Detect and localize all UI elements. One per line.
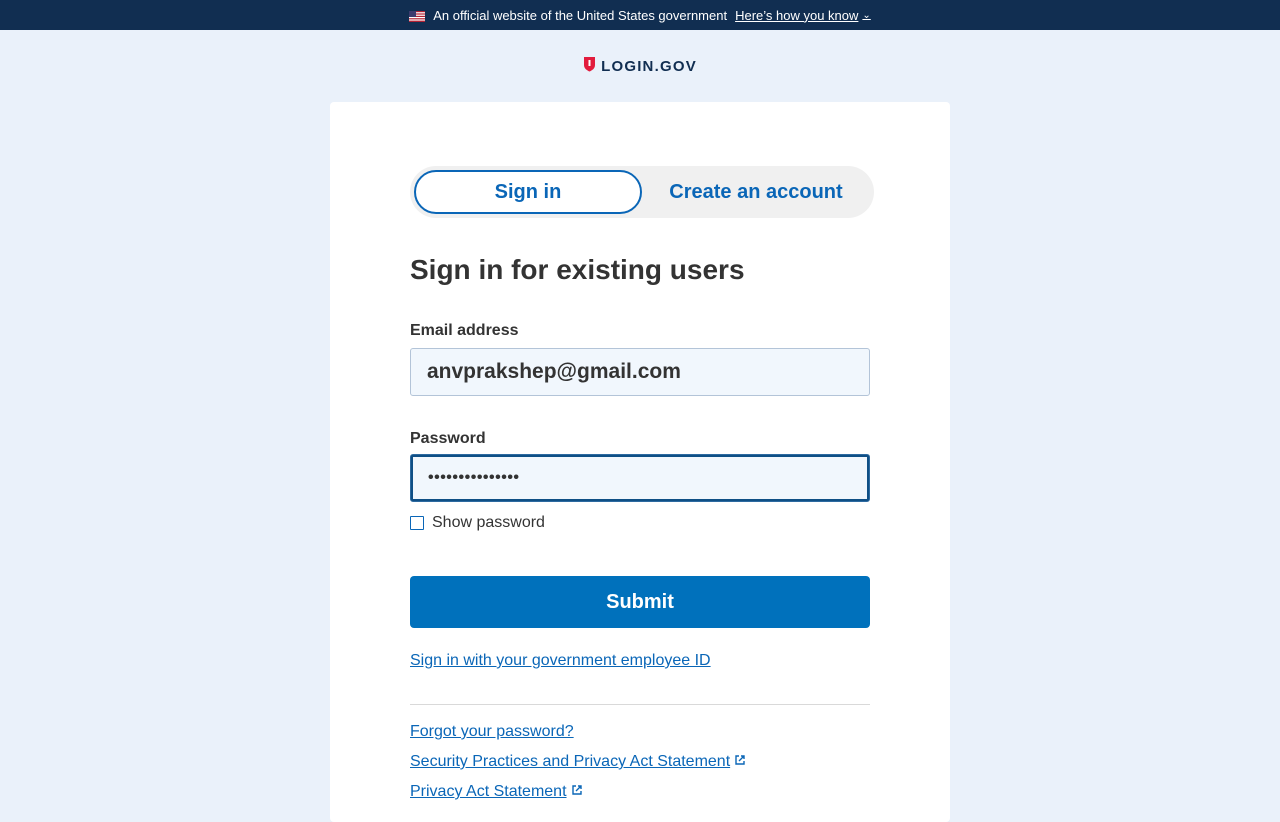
submit-button[interactable]: Submit — [410, 576, 870, 628]
us-flag-icon — [409, 10, 426, 22]
external-link-icon — [571, 783, 583, 801]
gov-banner: An official website of the United States… — [0, 0, 1280, 30]
email-field[interactable]: anvprakshep@gmail.com — [410, 348, 870, 396]
shield-icon — [583, 56, 596, 77]
page-title: Sign in for existing users — [410, 254, 745, 285]
security-practices-label: Security Practices and Privacy Act State… — [410, 753, 731, 770]
password-value: ••••••••••••••• — [428, 469, 520, 486]
password-field[interactable]: ••••••••••••••• — [410, 454, 870, 502]
heres-how-you-know-link[interactable]: Here’s how you know ⌄ — [735, 8, 871, 23]
brand-logo-text: LOGIN.GOV — [601, 57, 697, 75]
piv-cac-sign-in-link[interactable]: Sign in with your government employee ID — [410, 652, 711, 670]
email-value: anvprakshep@gmail.com — [427, 360, 681, 383]
banner-text: An official website of the United States… — [433, 7, 728, 23]
show-password-label[interactable]: Show password — [432, 514, 545, 532]
divider — [410, 704, 870, 705]
tab-sign-in[interactable]: Sign in — [414, 170, 642, 214]
external-link-icon — [734, 753, 746, 771]
card-content: Sign in Create an account Sign in for ex… — [410, 166, 874, 801]
chevron-down-icon: ⌄ — [862, 9, 871, 21]
account-tabs: Sign in Create an account — [410, 166, 874, 218]
tab-create-account[interactable]: Create an account — [642, 170, 870, 214]
show-password-checkbox[interactable] — [410, 516, 424, 530]
email-label: Email address — [410, 322, 519, 339]
footer-links: Forgot your password? Security Practices… — [410, 723, 874, 801]
privacy-act-link[interactable]: Privacy Act Statement — [410, 783, 874, 801]
forgot-password-label: Forgot your password? — [410, 723, 574, 740]
show-password-row: Show password — [410, 514, 874, 532]
forgot-password-link[interactable]: Forgot your password? — [410, 723, 874, 741]
sign-in-card: Sign in Create an account Sign in for ex… — [330, 102, 950, 822]
password-label: Password — [410, 430, 486, 447]
security-practices-link[interactable]: Security Practices and Privacy Act State… — [410, 753, 874, 771]
brand-header: LOGIN.GOV — [0, 30, 1280, 102]
banner-link-label: Here’s how you know — [735, 7, 859, 23]
privacy-act-label: Privacy Act Statement — [410, 783, 567, 800]
